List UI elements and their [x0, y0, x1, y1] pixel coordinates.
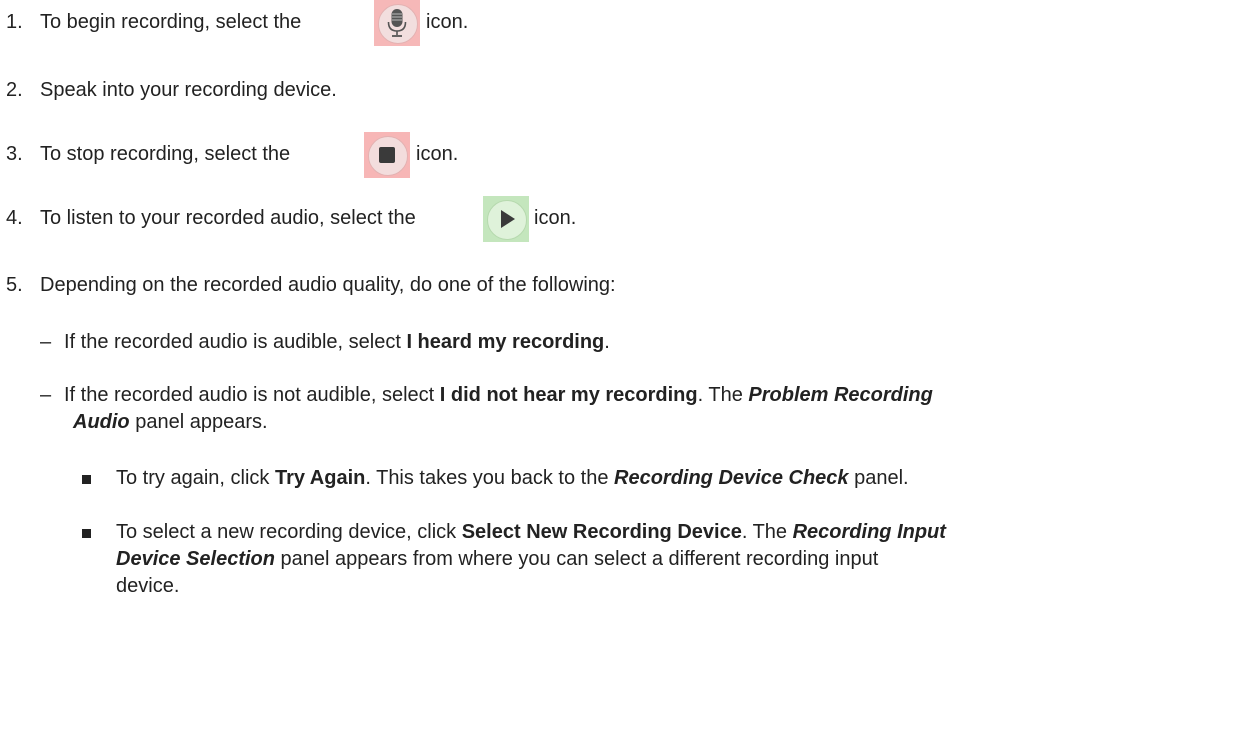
recording-input-panel-name: Recording Input [792, 521, 946, 543]
stop-button[interactable] [364, 132, 410, 178]
record-button[interactable] [374, 0, 420, 46]
select-new-device-label: Select New Recording Device [461, 521, 742, 543]
play-button[interactable] [483, 196, 529, 242]
recording-device-check-panel-name: Recording Device Check [614, 467, 849, 489]
step-text: To stop recording, select the [40, 143, 291, 165]
option-text: To select a new recording device, click [116, 521, 462, 543]
step-text: To begin recording, select the [40, 11, 302, 33]
option-text: To try again, click [116, 467, 275, 489]
heard-recording-label: I heard my recording [406, 331, 605, 353]
step-text: To listen to your recorded audio, select… [40, 207, 416, 229]
step-number: 4. [6, 207, 23, 229]
step-number: 2. [6, 79, 23, 101]
play-icon [501, 210, 515, 228]
square-bullet [82, 529, 91, 538]
step-number: 1. [6, 11, 23, 33]
not-heard-recording-label: I did not hear my recording [439, 384, 698, 406]
step-text: Depending on the recorded audio quality,… [40, 274, 616, 296]
square-bullet [82, 475, 91, 484]
dash-bullet: – [40, 384, 52, 406]
problem-recording-panel-name: Problem Recording [748, 384, 933, 406]
sub-item-text: If the recorded audio is audible, select [64, 331, 407, 353]
dash-bullet: – [40, 331, 52, 353]
try-again-label: Try Again [274, 467, 366, 489]
step-text-end: icon. [416, 143, 459, 165]
sub-item-text: If the recorded audio is not audible, se… [64, 384, 440, 406]
stop-icon [379, 147, 395, 163]
step-text-end: icon. [426, 11, 469, 33]
step-number: 3. [6, 143, 23, 165]
step-text: Speak into your recording device. [40, 79, 337, 101]
microphone-icon [387, 9, 407, 37]
step-number: 5. [6, 274, 23, 296]
step-text-end: icon. [534, 207, 577, 229]
